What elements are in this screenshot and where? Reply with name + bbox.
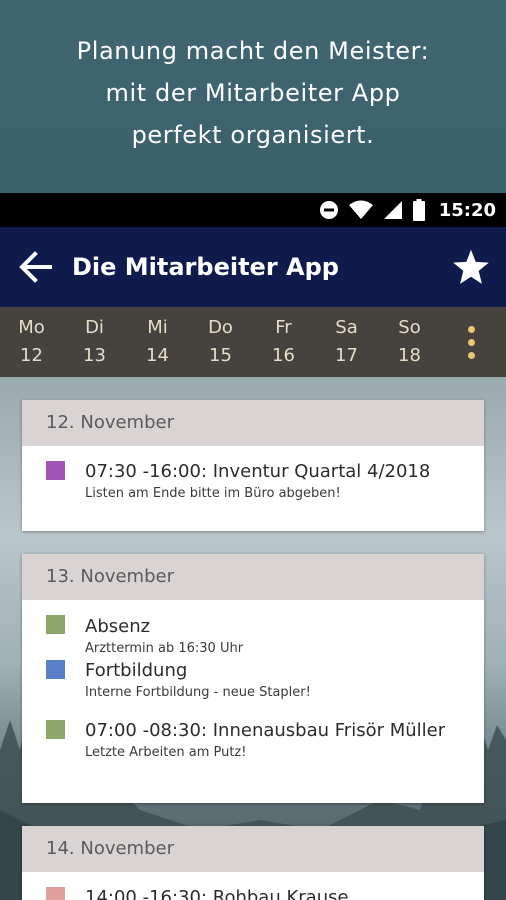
more-vert-icon[interactable] — [441, 325, 501, 359]
day-fr[interactable]: Fr 16 — [252, 314, 315, 370]
day-card: 13. November Absenz Arzttermin ab 16:30 … — [22, 554, 484, 803]
day-di[interactable]: Di 13 — [63, 314, 126, 370]
event-color-swatch — [46, 461, 65, 480]
week-bar: Mo 12 Di 13 Mi 14 Do 15 Fr 16 Sa 17 So 1… — [0, 307, 506, 377]
star-icon — [453, 249, 489, 284]
day-so[interactable]: So 18 — [378, 314, 441, 370]
event-subtitle: Interne Fortbildung - neue Stapler! — [85, 685, 311, 700]
status-bar: 15:20 — [0, 193, 506, 227]
do-not-disturb-icon — [319, 200, 339, 220]
event-entry[interactable]: Fortbildung Interne Fortbildung - neue S… — [22, 660, 484, 720]
day-number: 15 — [209, 345, 232, 366]
day-card: 12. November 07:30 -16:00: Inventur Quar… — [22, 400, 484, 531]
day-number: 12 — [20, 345, 43, 366]
battery-icon — [412, 199, 425, 221]
day-name: Mo — [18, 317, 45, 338]
event-entry[interactable]: 14:00 -16:30: Rohbau Krause — [22, 872, 484, 900]
card-date: 14. November — [22, 826, 484, 872]
day-mo[interactable]: Mo 12 — [0, 314, 63, 370]
day-number: 17 — [335, 345, 358, 366]
event-title: Absenz — [85, 616, 151, 637]
back-button[interactable] — [0, 227, 72, 307]
wifi-icon — [348, 200, 373, 220]
event-entry[interactable]: Absenz Arzttermin ab 16:30 Uhr — [22, 600, 484, 660]
app-bar: Die Mitarbeiter App — [0, 227, 506, 307]
day-do[interactable]: Do 15 — [189, 314, 252, 370]
day-card: 14. November 14:00 -16:30: Rohbau Krause — [22, 826, 484, 900]
day-name: Fr — [275, 317, 292, 338]
event-title: 07:30 -16:00: Inventur Quartal 4/2018 — [85, 461, 431, 482]
event-subtitle: Letzte Arbeiten am Putz! — [85, 745, 247, 760]
event-color-swatch — [46, 720, 65, 739]
day-number: 14 — [146, 345, 169, 366]
day-name: Mi — [147, 317, 168, 338]
day-number: 16 — [272, 345, 295, 366]
event-entry[interactable]: 07:00 -08:30: Innenausbau Frisör Müller … — [22, 720, 484, 760]
event-color-swatch — [46, 660, 65, 679]
event-color-swatch — [46, 615, 65, 634]
event-subtitle: Arzttermin ab 16:30 Uhr — [85, 641, 244, 656]
day-number: 18 — [398, 345, 421, 366]
event-color-swatch — [46, 887, 65, 900]
card-date: 13. November — [22, 554, 484, 600]
event-title: 14:00 -16:30: Rohbau Krause — [85, 887, 349, 900]
promo-line-3: perfekt organisiert. — [131, 121, 375, 149]
event-entry[interactable]: 07:30 -16:00: Inventur Quartal 4/2018 Li… — [22, 446, 484, 501]
day-name: So — [398, 317, 421, 338]
day-number: 13 — [83, 345, 106, 366]
event-subtitle: Listen am Ende bitte im Büro abgeben! — [85, 486, 341, 501]
signal-icon — [383, 200, 403, 220]
arrow-left-icon — [19, 251, 52, 283]
event-title: 07:00 -08:30: Innenausbau Frisör Müller — [85, 720, 446, 741]
event-title: Fortbildung — [85, 660, 188, 681]
day-name: Di — [85, 317, 104, 338]
promo-banner: Planung macht den Meister: mit der Mitar… — [0, 0, 506, 193]
schedule-list[interactable]: 12. November 07:30 -16:00: Inventur Quar… — [0, 377, 506, 900]
app-title: Die Mitarbeiter App — [72, 253, 339, 281]
status-time: 15:20 — [438, 199, 496, 221]
day-name: Do — [208, 317, 233, 338]
promo-line-1: Planung macht den Meister: — [76, 37, 430, 65]
promo-line-2: mit der Mitarbeiter App — [105, 79, 401, 107]
day-mi[interactable]: Mi 14 — [126, 314, 189, 370]
card-date: 12. November — [22, 400, 484, 446]
day-sa[interactable]: Sa 17 — [315, 314, 378, 370]
favorite-button[interactable] — [436, 227, 506, 307]
day-name: Sa — [335, 317, 358, 338]
